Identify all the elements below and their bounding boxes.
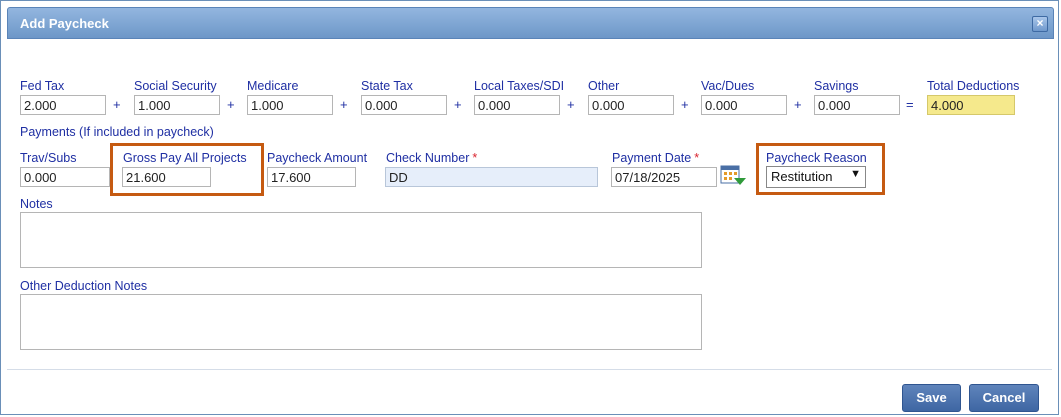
trav-subs-label: Trav/Subs <box>20 151 77 165</box>
dialog-title: Add Paycheck <box>20 16 109 31</box>
social-security-label: Social Security <box>134 79 217 93</box>
payment-date-input[interactable] <box>611 167 717 187</box>
add-paycheck-dialog: Add Paycheck × Fed Tax + Social Security… <box>0 0 1059 415</box>
total-deductions-label: Total Deductions <box>927 79 1020 93</box>
social-security-input[interactable] <box>134 95 220 115</box>
plus-sign: + <box>113 97 121 112</box>
save-button[interactable]: Save <box>902 384 961 412</box>
required-asterisk: * <box>694 151 700 165</box>
title-bar[interactable]: Add Paycheck × <box>7 7 1054 39</box>
gross-pay-label: Gross Pay All Projects <box>123 151 247 165</box>
plus-sign: + <box>567 97 575 112</box>
equals-sign: = <box>906 97 914 112</box>
fed-tax-label: Fed Tax <box>20 79 65 93</box>
paycheck-amount-label: Paycheck Amount <box>267 151 368 165</box>
paycheck-reason-value: Restitution <box>771 169 833 184</box>
plus-sign: + <box>681 97 689 112</box>
check-number-input[interactable] <box>385 167 598 187</box>
plus-sign: + <box>227 97 235 112</box>
other-label: Other <box>588 79 620 93</box>
calendar-icon[interactable] <box>720 164 746 186</box>
payment-date-label: Payment Date * <box>612 151 700 165</box>
vac-dues-label: Vac/Dues <box>701 79 755 93</box>
paycheck-reason-select[interactable]: Restitution ▼ <box>766 166 866 188</box>
local-taxes-input[interactable] <box>474 95 560 115</box>
other-input[interactable] <box>588 95 674 115</box>
cancel-button[interactable]: Cancel <box>969 384 1039 412</box>
payments-section-label: Payments (If included in paycheck) <box>20 125 214 139</box>
savings-input[interactable] <box>814 95 900 115</box>
chevron-down-icon: ▼ <box>850 168 861 180</box>
paycheck-amount-input[interactable] <box>267 167 356 187</box>
savings-label: Savings <box>814 79 859 93</box>
gross-pay-input[interactable] <box>122 167 211 187</box>
plus-sign: + <box>340 97 348 112</box>
local-taxes-label: Local Taxes/SDI <box>474 79 565 93</box>
medicare-input[interactable] <box>247 95 333 115</box>
state-tax-input[interactable] <box>361 95 447 115</box>
notes-label: Notes <box>20 197 53 211</box>
medicare-label: Medicare <box>247 79 299 93</box>
total-deductions-field <box>927 95 1015 115</box>
paycheck-reason-label: Paycheck Reason <box>766 151 867 165</box>
other-deduction-notes-textarea[interactable] <box>20 294 702 350</box>
state-tax-label: State Tax <box>361 79 413 93</box>
footer-divider <box>7 369 1052 370</box>
vac-dues-input[interactable] <box>701 95 787 115</box>
close-icon[interactable]: × <box>1032 16 1048 32</box>
trav-subs-input[interactable] <box>20 167 110 187</box>
plus-sign: + <box>794 97 802 112</box>
fed-tax-input[interactable] <box>20 95 106 115</box>
required-asterisk: * <box>472 151 478 165</box>
notes-textarea[interactable] <box>20 212 702 268</box>
plus-sign: + <box>454 97 462 112</box>
check-number-label: Check Number * <box>386 151 478 165</box>
other-deduction-notes-label: Other Deduction Notes <box>20 279 148 293</box>
